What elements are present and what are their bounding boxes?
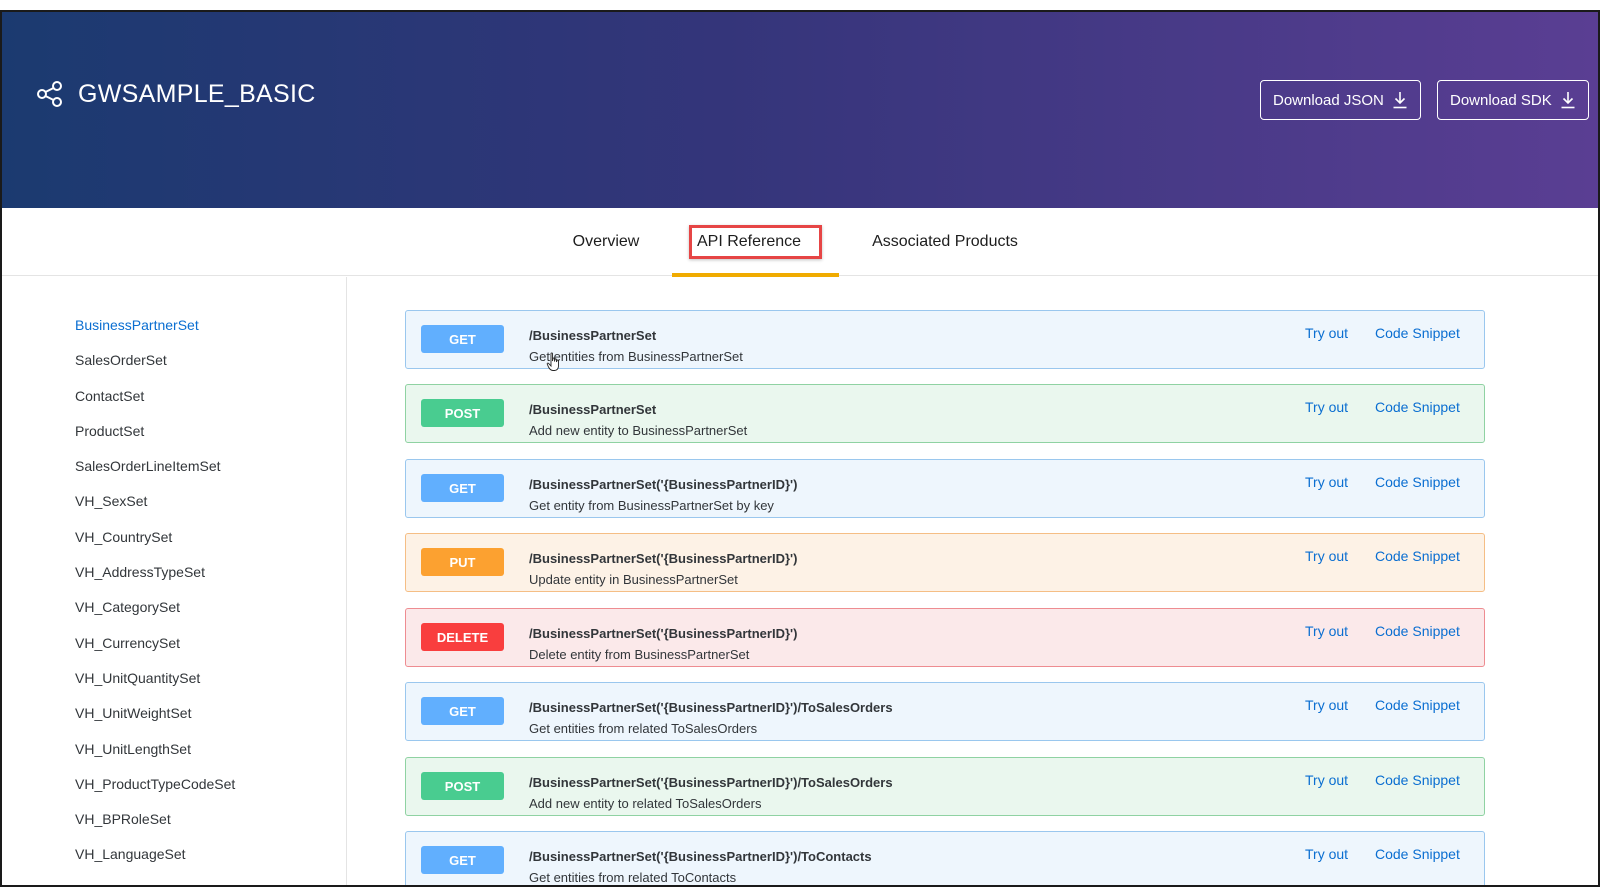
operation-description: Get entities from related ToContacts: [529, 870, 737, 885]
entity-set-list: BusinessPartnerSet SalesOrderSet Contact…: [75, 317, 235, 882]
sidebar-item-vh-producttypecodeset[interactable]: VH_ProductTypeCodeSet: [75, 776, 235, 811]
operation-description: Add new entity to BusinessPartnerSet: [529, 423, 748, 438]
api-title-group: GWSAMPLE_BASIC: [36, 76, 316, 112]
operation-path: /BusinessPartnerSet('{BusinessPartnerID}…: [529, 700, 893, 715]
code-snippet-link[interactable]: Code Snippet: [1375, 325, 1460, 341]
operation-description: Add new entity to related ToSalesOrders: [529, 796, 762, 811]
hand-cursor-icon: [546, 352, 559, 371]
operation-row[interactable]: POST /BusinessPartnerSet Add new entity …: [405, 384, 1485, 443]
operation-row[interactable]: GET /BusinessPartnerSet('{BusinessPartne…: [405, 831, 1485, 885]
operation-description: Get entity from BusinessPartnerSet by ke…: [529, 498, 774, 513]
code-snippet-link[interactable]: Code Snippet: [1375, 697, 1460, 713]
try-out-link[interactable]: Try out: [1305, 846, 1348, 862]
active-tab-indicator: [672, 273, 839, 277]
method-badge-get: GET: [421, 325, 504, 353]
sidebar-item-salesorderset[interactable]: SalesOrderSet: [75, 352, 235, 387]
operation-path: /BusinessPartnerSet('{BusinessPartnerID}…: [529, 849, 872, 864]
download-icon: [1393, 92, 1407, 109]
try-out-link[interactable]: Try out: [1305, 399, 1348, 415]
code-snippet-link[interactable]: Code Snippet: [1375, 772, 1460, 788]
sidebar-item-salesorderlineitemset[interactable]: SalesOrderLineItemSet: [75, 458, 235, 493]
operation-description: Update entity in BusinessPartnerSet: [529, 572, 738, 587]
try-out-link[interactable]: Try out: [1305, 548, 1348, 564]
sidebar-item-vh-addresstypeset[interactable]: VH_AddressTypeSet: [75, 564, 235, 599]
method-badge-delete: DELETE: [421, 623, 504, 651]
operation-path: /BusinessPartnerSet('{BusinessPartnerID}…: [529, 626, 798, 641]
operation-path: /BusinessPartnerSet('{BusinessPartnerID}…: [529, 775, 893, 790]
try-out-link[interactable]: Try out: [1305, 623, 1348, 639]
method-badge-get: GET: [421, 846, 504, 874]
code-snippet-link[interactable]: Code Snippet: [1375, 399, 1460, 415]
method-badge-post: POST: [421, 772, 504, 800]
operation-description: Get entities from related ToSalesOrders: [529, 721, 758, 736]
download-icon: [1561, 92, 1575, 109]
sidebar-item-vh-unitlengthset[interactable]: VH_UnitLengthSet: [75, 741, 235, 776]
code-snippet-link[interactable]: Code Snippet: [1375, 623, 1460, 639]
method-badge-get: GET: [421, 697, 504, 725]
method-badge-put: PUT: [421, 548, 504, 576]
operation-row[interactable]: GET /BusinessPartnerSet('{BusinessPartne…: [405, 682, 1485, 741]
sidebar-item-vh-unitweightset[interactable]: VH_UnitWeightSet: [75, 705, 235, 740]
sidebar-item-vh-languageset[interactable]: VH_LanguageSet: [75, 846, 235, 881]
download-sdk-label: Download SDK: [1450, 91, 1552, 109]
operation-path: /BusinessPartnerSet('{BusinessPartnerID}…: [529, 551, 798, 566]
tab-api-reference[interactable]: API Reference: [672, 208, 839, 277]
sidebar-item-vh-countryset[interactable]: VH_CountrySet: [75, 529, 235, 564]
browser-frame: GWSAMPLE_BASIC Download JSON Download SD…: [0, 10, 1600, 887]
try-out-link[interactable]: Try out: [1305, 474, 1348, 490]
operation-row[interactable]: POST /BusinessPartnerSet('{BusinessPartn…: [405, 757, 1485, 816]
operation-path: /BusinessPartnerSet: [529, 328, 657, 343]
api-header-banner: GWSAMPLE_BASIC Download JSON Download SD…: [2, 12, 1598, 208]
operation-row[interactable]: PUT /BusinessPartnerSet('{BusinessPartne…: [405, 533, 1485, 592]
sidebar-item-contactset[interactable]: ContactSet: [75, 388, 235, 423]
method-badge-get: GET: [421, 474, 504, 502]
try-out-link[interactable]: Try out: [1305, 325, 1348, 341]
operation-description: Delete entity from BusinessPartnerSet: [529, 647, 750, 662]
operation-path: /BusinessPartnerSet: [529, 402, 657, 417]
sidebar-item-vh-bproleset[interactable]: VH_BPRoleSet: [75, 811, 235, 846]
try-out-link[interactable]: Try out: [1305, 697, 1348, 713]
method-badge-post: POST: [421, 399, 504, 427]
sidebar-item-vh-currencyset[interactable]: VH_CurrencySet: [75, 635, 235, 670]
download-json-label: Download JSON: [1273, 91, 1384, 109]
tab-associated-products-label: Associated Products: [872, 233, 1018, 250]
operation-row[interactable]: GET /BusinessPartnerSet Get entities fro…: [405, 310, 1485, 369]
download-sdk-button[interactable]: Download SDK: [1437, 80, 1589, 120]
tab-bar: Overview API Reference Associated Produc…: [2, 208, 1598, 277]
code-snippet-link[interactable]: Code Snippet: [1375, 548, 1460, 564]
tab-associated-products[interactable]: Associated Products: [860, 208, 1030, 276]
api-title: GWSAMPLE_BASIC: [78, 79, 316, 108]
sidebar-item-vh-sexset[interactable]: VH_SexSet: [75, 493, 235, 528]
operation-row[interactable]: DELETE /BusinessPartnerSet('{BusinessPar…: [405, 608, 1485, 667]
code-snippet-link[interactable]: Code Snippet: [1375, 846, 1460, 862]
sidebar-item-businesspartnerset[interactable]: BusinessPartnerSet: [75, 317, 235, 352]
tab-api-reference-label: API Reference: [688, 225, 823, 259]
entity-set-sidebar: BusinessPartnerSet SalesOrderSet Contact…: [2, 277, 347, 885]
sidebar-item-vh-categoryset[interactable]: VH_CategorySet: [75, 599, 235, 634]
download-json-button[interactable]: Download JSON: [1260, 80, 1421, 120]
share-icon: [37, 81, 62, 107]
operation-path: /BusinessPartnerSet('{BusinessPartnerID}…: [529, 477, 798, 492]
tab-overview[interactable]: Overview: [558, 208, 654, 276]
code-snippet-link[interactable]: Code Snippet: [1375, 474, 1460, 490]
sidebar-item-productset[interactable]: ProductSet: [75, 423, 235, 458]
sidebar-item-vh-unitquantityset[interactable]: VH_UnitQuantitySet: [75, 670, 235, 705]
operation-row[interactable]: GET /BusinessPartnerSet('{BusinessPartne…: [405, 459, 1485, 518]
try-out-link[interactable]: Try out: [1305, 772, 1348, 788]
tab-overview-label: Overview: [572, 233, 640, 250]
